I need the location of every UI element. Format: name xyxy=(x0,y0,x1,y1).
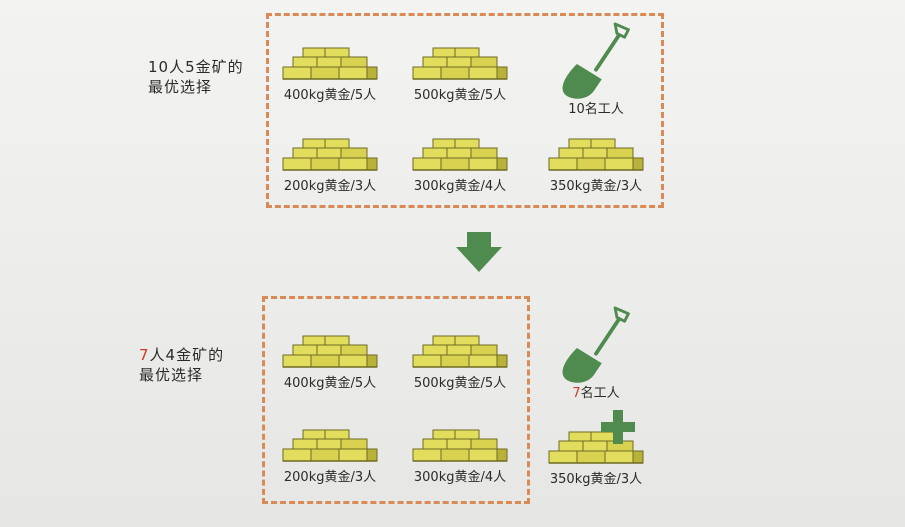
bottom-label-line1: 人4金矿的 xyxy=(149,346,225,364)
gold-bars-icon xyxy=(282,47,378,80)
bottom-mine-500: 500kg黄金/5人 xyxy=(400,330,520,391)
mine-caption: 350kg黄金/3人 xyxy=(549,179,643,194)
plus-icon xyxy=(601,410,635,444)
mine-caption: 350kg黄金/3人 xyxy=(549,472,643,487)
bottom-mine-200: 200kg黄金/3人 xyxy=(270,424,390,485)
workers-count: 7 xyxy=(572,386,581,401)
bottom-mine-300: 300kg黄金/4人 xyxy=(400,424,520,485)
workers-caption: 10名工人 xyxy=(568,102,624,117)
bottom-label-count: 7 xyxy=(139,346,150,364)
shovel-icon xyxy=(560,306,631,385)
top-mine-350: 350kg黄金/3人 xyxy=(536,133,656,194)
bottom-workers: 7名工人 xyxy=(536,306,656,401)
top-section-label: 10人5金矿的 最优选择 xyxy=(148,57,244,97)
gold-bars-icon xyxy=(282,429,378,462)
bottom-section-label: 7人4金矿的 最优选择 xyxy=(139,345,224,385)
shovel-icon xyxy=(560,22,631,101)
bottom-label-line2: 最优选择 xyxy=(139,366,204,384)
top-mine-400: 400kg黄金/5人 xyxy=(270,42,390,103)
mine-caption: 400kg黄金/5人 xyxy=(283,376,377,391)
mine-caption: 200kg黄金/3人 xyxy=(283,179,377,194)
gold-bars-icon xyxy=(412,335,508,368)
mine-caption: 200kg黄金/3人 xyxy=(283,470,377,485)
mine-caption: 300kg黄金/4人 xyxy=(413,179,507,194)
mine-caption: 300kg黄金/4人 xyxy=(413,470,507,485)
mine-caption: 500kg黄金/5人 xyxy=(413,376,507,391)
bottom-extra-mine-350: 350kg黄金/3人 xyxy=(536,426,656,487)
gold-bars-icon xyxy=(282,138,378,171)
top-label-line1: 10人5金矿的 xyxy=(148,58,244,76)
top-mine-500: 500kg黄金/5人 xyxy=(400,42,520,103)
gold-bars-icon xyxy=(282,335,378,368)
top-workers: 10名工人 xyxy=(536,22,656,117)
top-label-line2: 最优选择 xyxy=(148,78,213,96)
mine-caption: 400kg黄金/5人 xyxy=(283,88,377,103)
bottom-mine-400: 400kg黄金/5人 xyxy=(270,330,390,391)
workers-caption: 7名工人 xyxy=(536,382,656,401)
top-mine-200: 200kg黄金/3人 xyxy=(270,133,390,194)
workers-label: 名工人 xyxy=(580,386,620,401)
mine-caption: 500kg黄金/5人 xyxy=(413,88,507,103)
gold-bars-icon xyxy=(412,47,508,80)
gold-bars-icon xyxy=(548,138,644,171)
gold-bars-icon xyxy=(412,429,508,462)
top-mine-300: 300kg黄金/4人 xyxy=(400,133,520,194)
down-arrow-icon xyxy=(456,232,502,272)
gold-bars-icon xyxy=(412,138,508,171)
